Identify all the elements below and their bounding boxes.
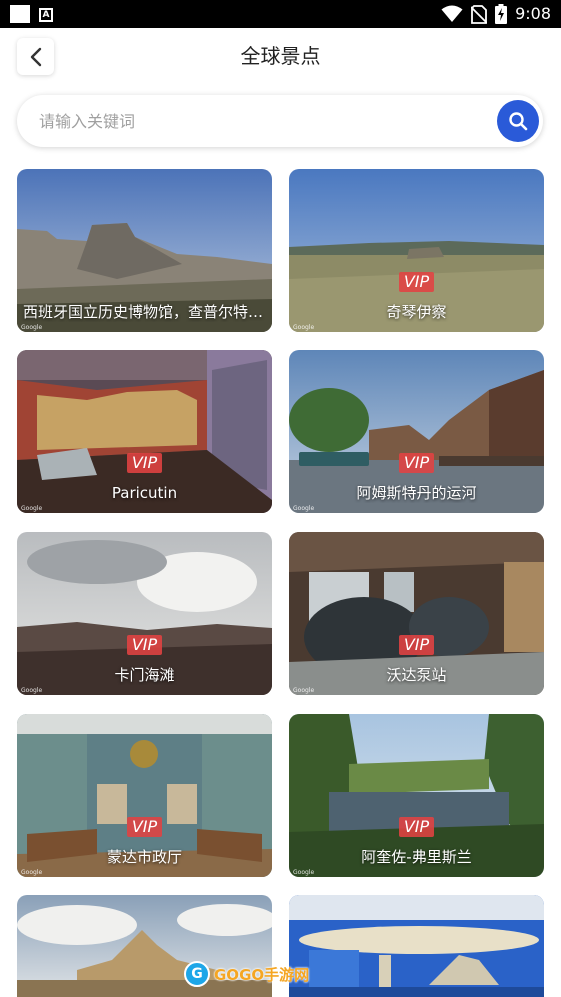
battery-charging-icon: [495, 4, 508, 24]
a-badge-icon: A: [39, 7, 53, 22]
attraction-card[interactable]: VIP Paricutin Google: [17, 350, 272, 513]
no-sim-icon: [471, 4, 488, 24]
attraction-name: 蒙达市政厅: [106, 848, 182, 866]
google-mark: Google: [293, 687, 315, 694]
search-icon: [509, 112, 528, 131]
google-mark: Google: [21, 869, 43, 876]
wifi-icon: [441, 5, 463, 22]
watermark-logo: G GOGO手游网: [184, 960, 309, 988]
watermark-text: GOGO手游网: [214, 965, 310, 984]
attraction-card[interactable]: VIP 阿姆斯特丹的运河 Google: [289, 350, 544, 513]
attraction-name: Paricutin: [111, 484, 178, 502]
status-bar: A 9:08: [0, 0, 561, 28]
attraction-card[interactable]: [289, 895, 544, 997]
google-mark: Google: [21, 324, 43, 331]
watermark-icon: G: [184, 961, 210, 987]
search-bar: [17, 95, 543, 147]
vip-badge: VIP: [17, 635, 272, 655]
vip-badge: VIP: [17, 817, 272, 837]
attraction-name: 阿奎佐-弗里斯兰: [361, 848, 472, 866]
google-mark: Google: [21, 505, 43, 512]
attraction-image: [289, 895, 544, 997]
google-mark: Google: [293, 324, 315, 331]
google-mark: Google: [21, 687, 43, 694]
attraction-card[interactable]: VIP 阿奎佐-弗里斯兰 Google: [289, 714, 544, 877]
attraction-name: 西班牙国立历史博物馆，查普尔特佩克城堡: [23, 303, 272, 321]
attraction-name: 沃达泵站: [386, 666, 447, 684]
vip-badge: VIP: [289, 635, 544, 655]
vip-badge: VIP: [289, 453, 544, 473]
search-input[interactable]: [39, 107, 479, 135]
notification-square-icon: [10, 5, 30, 23]
attraction-name: 卡门海滩: [114, 666, 175, 684]
status-time: 9:08: [515, 4, 551, 23]
google-mark: Google: [293, 869, 315, 876]
attraction-card[interactable]: 西班牙国立历史博物馆，查普尔特佩克城堡 Google: [17, 169, 272, 332]
vip-badge: VIP: [17, 453, 272, 473]
attraction-card[interactable]: VIP 卡门海滩 Google: [17, 532, 272, 695]
vip-badge: VIP: [289, 272, 544, 292]
page-title: 全球景点: [240, 44, 321, 68]
attraction-name: 奇琴伊察: [386, 303, 447, 321]
vip-badge: VIP: [289, 817, 544, 837]
attraction-card[interactable]: VIP 沃达泵站 Google: [289, 532, 544, 695]
search-button[interactable]: [497, 100, 539, 142]
attraction-card[interactable]: VIP 奇琴伊察 Google: [289, 169, 544, 332]
attraction-name: 阿姆斯特丹的运河: [356, 484, 477, 502]
header: 全球景点: [0, 28, 561, 84]
attraction-card[interactable]: VIP 蒙达市政厅 Google: [17, 714, 272, 877]
google-mark: Google: [293, 505, 315, 512]
